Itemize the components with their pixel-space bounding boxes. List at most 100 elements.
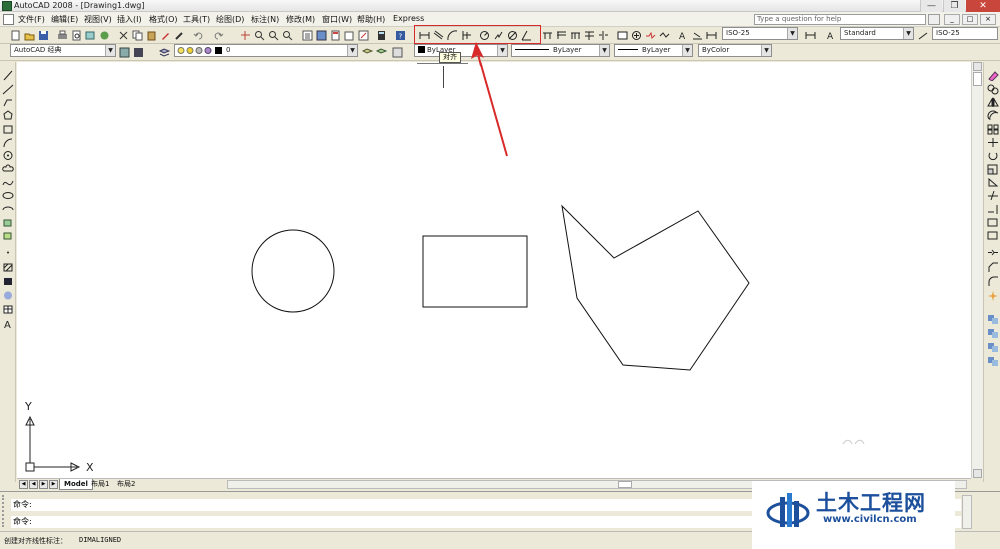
design-center-button[interactable] [316, 30, 327, 41]
publish-button[interactable] [85, 30, 96, 41]
save-button[interactable] [38, 30, 49, 41]
help-search-input[interactable]: Type a question for help [754, 14, 926, 25]
text-style-select[interactable]: Standard ▼ [840, 27, 914, 40]
offset-icon[interactable] [987, 110, 999, 121]
menu-express[interactable]: Express [393, 14, 424, 23]
menu-modify[interactable]: 修改(M) [286, 14, 315, 25]
point-icon[interactable] [2, 247, 14, 258]
mirror-icon[interactable] [987, 97, 999, 108]
insert-block-icon[interactable] [2, 217, 14, 228]
join-icon[interactable] [987, 247, 999, 258]
dimension-style-select[interactable]: ISO-25 ▼ [722, 27, 798, 40]
menu-dimension[interactable]: 标注(N) [251, 14, 279, 25]
doc-minimize-button[interactable]: _ [944, 14, 960, 25]
block-editor-button[interactable] [174, 30, 185, 41]
open-button[interactable] [24, 30, 35, 41]
redo-button[interactable] [213, 30, 224, 41]
lineweight-control-select[interactable]: ByLayer ▼ [614, 44, 693, 57]
chamfer-icon[interactable] [987, 262, 999, 273]
menu-help[interactable]: 帮助(H) [357, 14, 385, 25]
layer-manager-button[interactable] [159, 47, 170, 58]
line-icon[interactable] [2, 70, 14, 81]
tool-palettes-button[interactable] [330, 30, 341, 41]
3d-dwf-button[interactable] [99, 30, 110, 41]
cut-button[interactable] [118, 30, 129, 41]
qnew-button[interactable] [10, 30, 21, 41]
menu-view[interactable]: 视图(V) [84, 14, 112, 25]
plot-button[interactable] [57, 30, 68, 41]
dim-continue-button[interactable] [570, 30, 581, 41]
maximize-button[interactable]: ❐ [943, 0, 965, 12]
sheet-set-button[interactable] [344, 30, 355, 41]
menu-file[interactable]: 文件(F) [18, 14, 45, 25]
drawing-area[interactable]: Y X [17, 62, 971, 478]
linetype-control-select[interactable]: ByLayer ▼ [511, 44, 610, 57]
quick-dim-button[interactable] [542, 30, 553, 41]
menu-format[interactable]: 格式(O) [149, 14, 178, 25]
menu-draw[interactable]: 绘图(D) [216, 14, 244, 25]
break-at-point-icon[interactable] [987, 217, 999, 228]
tab-layout1[interactable]: 布局1 [87, 479, 113, 490]
drawn-polygon[interactable] [561, 204, 750, 371]
text-style-button[interactable]: A [826, 30, 837, 41]
color-control-select[interactable]: ByLayer ▼ [414, 44, 508, 57]
tab-prev-button[interactable]: ◀ [29, 480, 38, 489]
doc-restore-button[interactable]: □ [962, 14, 978, 25]
circle-icon[interactable] [2, 150, 14, 161]
hatch-icon[interactable] [2, 262, 14, 273]
gradient-icon[interactable] [2, 276, 14, 287]
send-to-back-icon[interactable] [987, 342, 999, 353]
toolpalette-window-button[interactable] [133, 47, 144, 58]
zoom-realtime-button[interactable] [254, 30, 265, 41]
markup-button[interactable] [358, 30, 369, 41]
command-window-grip[interactable] [2, 495, 8, 527]
menu-edit[interactable]: 编辑(E) [51, 14, 78, 25]
document-icon[interactable] [3, 14, 14, 25]
workspace-settings-button[interactable] [119, 47, 130, 58]
zoom-window-button[interactable] [268, 30, 279, 41]
scroll-up-button[interactable] [973, 62, 982, 71]
quickcalc-button[interactable] [376, 30, 387, 41]
plotstyle-control-select[interactable]: ByColor ▼ [698, 44, 772, 57]
workspace-select[interactable]: AutoCAD 经典 ▼ [10, 44, 116, 57]
tab-last-button[interactable]: ▶ [49, 480, 58, 489]
polygon-icon[interactable] [2, 110, 14, 121]
break-icon[interactable] [987, 230, 999, 241]
copy-button[interactable] [132, 30, 143, 41]
help-button[interactable]: ? [395, 30, 406, 41]
multiline-text-icon[interactable]: A [2, 318, 14, 329]
center-mark-button[interactable] [631, 30, 642, 41]
dim-text-edit-button[interactable] [692, 30, 703, 41]
fillet-icon[interactable] [987, 276, 999, 287]
copy-object-icon[interactable] [987, 84, 999, 95]
tab-layout2[interactable]: 布局2 [113, 479, 139, 490]
scroll-thumb[interactable] [973, 72, 982, 86]
dimension-style-button[interactable] [805, 30, 816, 41]
array-icon[interactable] [987, 124, 999, 135]
dim-baseline-button[interactable] [556, 30, 567, 41]
zoom-previous-button[interactable] [282, 30, 293, 41]
inspection-button[interactable] [645, 30, 656, 41]
dim-space-button[interactable] [584, 30, 595, 41]
make-object-layer-current-button[interactable] [362, 47, 373, 58]
hscroll-thumb[interactable] [618, 481, 632, 488]
properties-button[interactable] [302, 30, 313, 41]
trim-icon[interactable] [987, 190, 999, 201]
menu-tools[interactable]: 工具(T) [183, 14, 210, 25]
move-icon[interactable] [987, 137, 999, 148]
table-style-select[interactable]: ISO-25 [932, 27, 998, 40]
preview-button[interactable] [71, 30, 82, 41]
command-scrollbar[interactable] [962, 495, 972, 529]
help-search-button[interactable] [928, 14, 940, 25]
explode-icon[interactable] [987, 290, 999, 301]
bring-to-front-icon[interactable] [987, 328, 999, 339]
table-icon[interactable] [2, 304, 14, 315]
dim-edit-button[interactable]: A [678, 30, 689, 41]
tab-next-button[interactable]: ▶ [39, 480, 48, 489]
arc-icon[interactable] [2, 137, 14, 148]
match-properties-button[interactable] [160, 30, 171, 41]
ellipse-icon[interactable] [2, 190, 14, 201]
polyline-icon[interactable] [2, 97, 14, 108]
tab-first-button[interactable]: ◀ [19, 480, 28, 489]
vertical-scrollbar[interactable] [971, 62, 983, 478]
